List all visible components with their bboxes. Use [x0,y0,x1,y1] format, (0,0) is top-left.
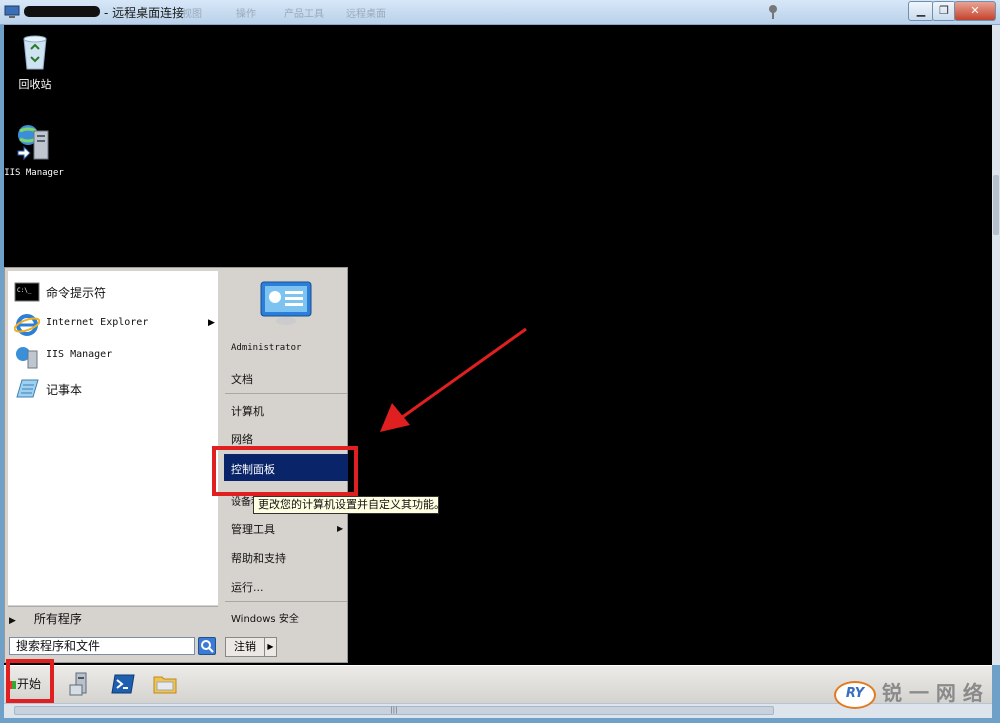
vertical-scrollbar[interactable] [992,25,1000,665]
faded-menu-item: 视图 [182,9,202,20]
close-button[interactable]: ✕ [954,1,996,21]
menu-item-label: 记事本 [46,383,83,397]
triangle-right-icon: ▶ [9,616,16,626]
rdp-titlebar: - 远程桌面连接 视图 操作 产品工具 远程桌面 ▁ ❐ ✕ [0,0,1000,25]
menu-item-label: 命令提示符 [46,286,107,300]
iis-manager-icon [17,125,49,161]
menu-item-computer[interactable]: 计算机 [231,403,264,419]
desktop-icon-recycle-bin[interactable]: 回收站 [12,31,58,92]
logoff-button[interactable]: 注销 [225,637,265,657]
recycle-bin-icon [23,35,47,70]
separator [8,606,218,607]
minimize-button[interactable]: ▁ [908,1,934,21]
start-menu-programs: C:\_ 命令提示符 Internet Explorer ▶ IIS Manag… [8,271,218,605]
faded-menu-item: 操作 [236,9,256,20]
menu-item-label: Internet Explorer [46,317,149,328]
svg-text:C:\_: C:\_ [17,287,32,294]
menu-item-cmd[interactable]: C:\_ 命令提示符 [14,278,214,306]
chevron-right-icon: ▶ [267,642,274,651]
menu-item-run[interactable]: 运行... [231,579,264,595]
desktop-icon-label: 回收站 [18,78,52,91]
server-manager-icon[interactable] [68,671,94,697]
watermark: RY 锐 一 网 络 [834,677,994,713]
menu-item-windows-security[interactable]: Windows 安全 [231,610,299,625]
restore-button[interactable]: ❐ [932,1,956,21]
notepad-icon [16,379,39,398]
menu-item-notepad[interactable]: 记事本 [14,375,214,403]
faded-menu-item: 产品工具 [284,9,324,20]
menu-item-documents[interactable]: 文档 [231,371,253,387]
menu-item-admin-tools[interactable]: 管理工具 [231,521,275,537]
watermark-logo: RY [834,680,876,709]
search-button[interactable] [198,637,216,655]
shutdown-options-button[interactable]: ▶ [265,637,277,657]
start-menu: C:\_ 命令提示符 Internet Explorer ▶ IIS Manag… [4,267,348,663]
submenu-arrow-icon: ▶ [337,524,344,533]
window-title: - 远程桌面连接 [104,6,185,20]
pin-icon[interactable] [766,4,780,20]
separator [225,601,347,602]
powershell-icon[interactable] [110,671,136,697]
all-programs-label: 所有程序 [33,612,82,626]
search-input[interactable]: 搜索程序和文件 [9,637,195,655]
desktop-icon-label: IIS Manager [4,168,64,178]
watermark-text: 锐 一 网 络 [882,681,983,705]
iis-manager-icon [16,347,38,369]
scroll-thumb[interactable]: ||| [14,706,774,715]
all-programs-button[interactable]: ▶ 所有程序 [9,610,82,627]
menu-item-ie[interactable]: Internet Explorer ▶ [14,311,215,339]
control-panel-user-icon [260,281,312,325]
separator [225,393,347,394]
faded-menu-item: 远程桌面 [346,9,386,20]
menu-item-label: IIS Manager [46,349,113,360]
menu-item-iis-manager[interactable]: IIS Manager [14,343,214,371]
menu-item-network[interactable]: 网络 [231,431,253,447]
scroll-thumb[interactable] [993,175,999,235]
start-button[interactable]: 开始 [8,672,50,696]
redacted-hostname [24,6,100,17]
remote-desktop-icon [4,5,20,18]
search-icon [201,640,214,653]
cmd-icon: C:\_ [14,282,40,302]
menu-item-administrator[interactable]: Administrator [231,343,301,353]
menu-item-help[interactable]: 帮助和支持 [231,550,286,566]
start-label: 开始 [17,677,42,691]
control-panel-label: 控制面板 [231,463,275,476]
ie-icon [14,314,40,336]
tooltip: 更改您的计算机设置并自定义其功能。 [253,496,445,514]
windows-flag-icon [8,680,16,689]
desktop-icon-iis-manager[interactable]: IIS Manager [4,121,64,178]
explorer-icon[interactable] [152,671,178,697]
submenu-arrow-icon: ▶ [208,318,215,328]
annotation-arrow [380,327,527,432]
